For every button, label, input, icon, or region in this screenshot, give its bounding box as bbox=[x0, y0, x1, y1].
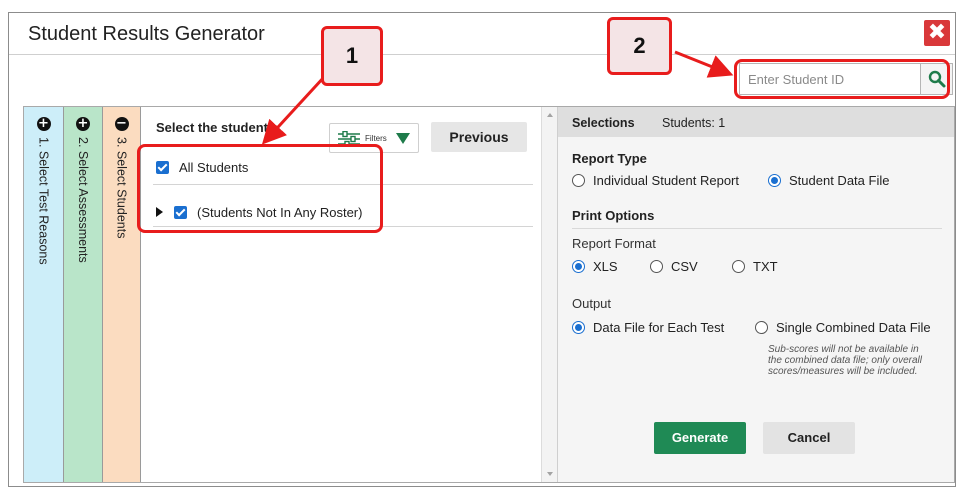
radio-label: CSV bbox=[671, 259, 698, 274]
step-tab-assessments[interactable]: + 2. Select Assessments bbox=[64, 107, 103, 482]
dialog-title: Student Results Generator bbox=[28, 23, 265, 45]
radio-label: Single Combined Data File bbox=[776, 320, 931, 335]
dialog-title-bar: Student Results Generator ✖ bbox=[9, 13, 955, 55]
filters-label: Filters bbox=[365, 134, 387, 143]
radio-label: Individual Student Report bbox=[593, 173, 739, 188]
step-label: 3. Select Students bbox=[114, 137, 129, 239]
scroll-up-arrow-icon[interactable] bbox=[547, 113, 553, 117]
student-list-scrollbar[interactable] bbox=[541, 107, 557, 482]
generate-button[interactable]: Generate bbox=[654, 422, 746, 454]
radio-individual-student-report[interactable]: Individual Student Report bbox=[572, 173, 739, 188]
radio-button[interactable] bbox=[755, 321, 768, 334]
radio-single-combined-file[interactable]: Single Combined Data File bbox=[755, 320, 931, 335]
selections-title: Selections bbox=[572, 116, 635, 130]
callout-highlight-students bbox=[137, 144, 383, 233]
radio-format-xls[interactable]: XLS bbox=[572, 259, 618, 274]
plus-circle-icon: + bbox=[36, 116, 51, 131]
step-tab-test-reasons[interactable]: + 1. Select Test Reasons bbox=[24, 107, 64, 482]
radio-button[interactable] bbox=[572, 174, 585, 187]
select-students-heading: Select the students bbox=[156, 120, 276, 135]
output-label: Output bbox=[572, 296, 612, 311]
radio-button[interactable] bbox=[650, 260, 663, 273]
plus-circle-icon: + bbox=[76, 116, 90, 131]
dropdown-triangle-icon bbox=[396, 133, 410, 144]
minus-circle-icon: − bbox=[114, 116, 129, 131]
step-label: 2. Select Assessments bbox=[76, 137, 90, 263]
callout-number-1: 1 bbox=[321, 26, 383, 86]
radio-label: TXT bbox=[753, 259, 778, 274]
radio-format-txt[interactable]: TXT bbox=[732, 259, 778, 274]
report-format-label: Report Format bbox=[572, 236, 656, 251]
combined-file-note: Sub-scores will not be available in the … bbox=[768, 344, 922, 377]
close-icon[interactable]: ✖ bbox=[924, 20, 950, 46]
divider bbox=[572, 228, 942, 229]
students-count: Students: 1 bbox=[662, 116, 726, 130]
radio-button-selected[interactable] bbox=[572, 321, 585, 334]
radio-button[interactable] bbox=[732, 260, 745, 273]
radio-student-data-file[interactable]: Student Data File bbox=[768, 173, 889, 188]
report-options-panel: Selections Students: 1 Report Type Indiv… bbox=[557, 107, 954, 482]
step-label: 1. Select Test Reasons bbox=[36, 137, 51, 265]
radio-label: XLS bbox=[593, 259, 618, 274]
previous-button[interactable]: Previous bbox=[431, 122, 527, 152]
radio-label: Data File for Each Test bbox=[593, 320, 725, 335]
print-options-heading: Print Options bbox=[572, 208, 655, 223]
radio-button-selected[interactable] bbox=[768, 174, 781, 187]
radio-format-csv[interactable]: CSV bbox=[650, 259, 698, 274]
cancel-button[interactable]: Cancel bbox=[763, 422, 855, 454]
radio-data-file-each-test[interactable]: Data File for Each Test bbox=[572, 320, 724, 335]
step-tab-students[interactable]: − 3. Select Students bbox=[103, 107, 141, 482]
radio-button-selected[interactable] bbox=[572, 260, 585, 273]
callout-highlight-search bbox=[734, 59, 950, 99]
selections-header: Selections Students: 1 bbox=[558, 107, 954, 137]
radio-label: Student Data File bbox=[789, 173, 890, 188]
scroll-down-arrow-icon[interactable] bbox=[547, 472, 553, 476]
report-type-heading: Report Type bbox=[572, 151, 647, 166]
callout-number-2: 2 bbox=[607, 17, 672, 75]
